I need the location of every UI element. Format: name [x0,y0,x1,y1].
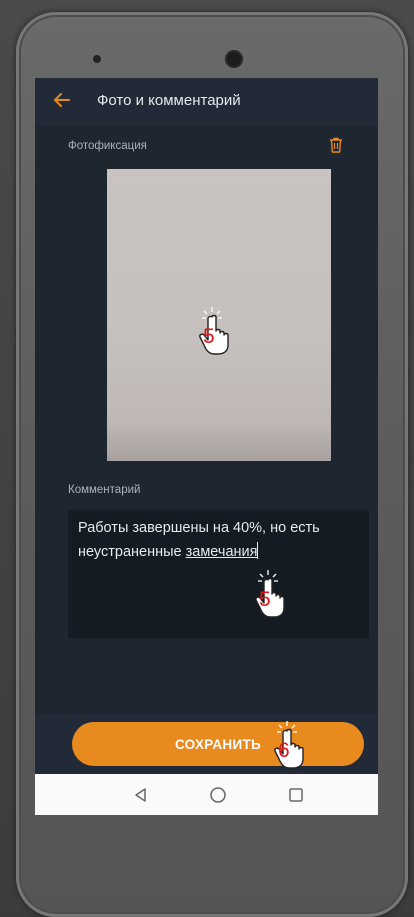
text-caret [257,542,259,559]
step-number: 6 [278,739,290,762]
app-header: Фото и комментарий [35,78,378,126]
comment-section-label: Комментарий [68,484,141,496]
nav-recents-icon[interactable] [287,786,305,804]
step-number: 5 [259,588,271,611]
page-title: Фото и комментарий [97,92,241,109]
front-camera [225,50,243,68]
pointer-hand-save: 6 [273,719,317,769]
back-arrow-icon[interactable] [52,90,72,110]
android-nav-bar [35,774,378,815]
nav-back-icon[interactable] [132,786,150,804]
footer-bar: СОХРАНИТЬ [35,714,378,774]
sensor-dot [93,55,101,63]
pointer-hand-photo: 5 [198,305,242,355]
comment-text: Работы завершены на 40%, но есть неустра… [78,520,324,560]
save-button[interactable]: СОХРАНИТЬ [72,722,364,766]
photo-section-label: Фотофиксация [68,140,147,152]
step-number: 5 [203,325,215,348]
main-content: Фотофиксация Комментарий Работы завершен… [35,126,378,714]
phone-screen: Фото и комментарий Фотофиксация Коммента… [35,78,378,815]
pointer-hand-comment: 5 [254,568,298,618]
trash-icon[interactable] [329,137,343,153]
nav-home-icon[interactable] [209,786,227,804]
comment-field[interactable]: Работы завершены на 40%, но есть неустра… [68,510,369,638]
